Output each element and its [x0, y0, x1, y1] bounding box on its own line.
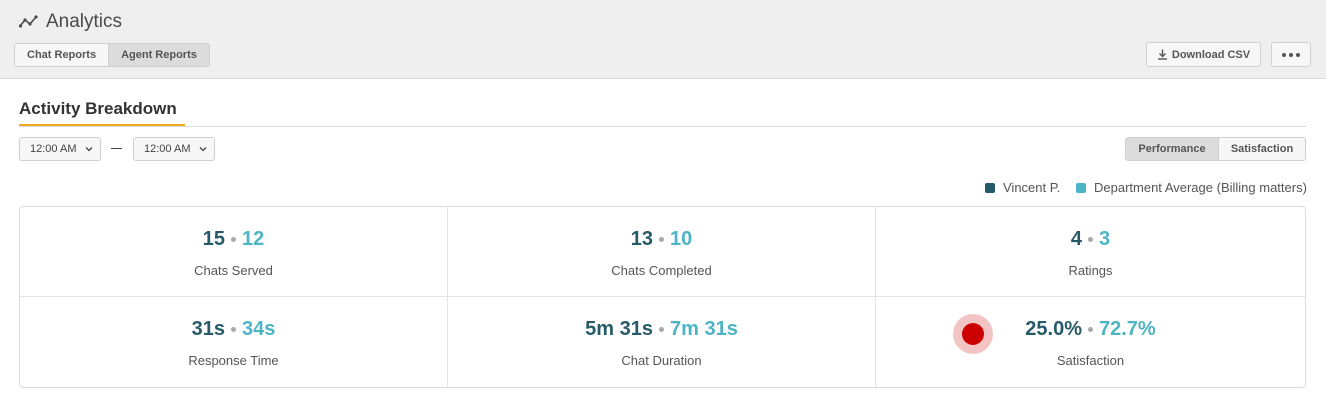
agent-value: 4: [1070, 228, 1082, 250]
metric-values: 4 3: [876, 228, 1305, 251]
legend-department-label: Department Average (Billing matters): [1094, 180, 1307, 195]
separator-dot: [231, 327, 236, 332]
chevron-down-icon: [199, 147, 207, 152]
separator-dot: [231, 237, 236, 242]
separator-dot: [1088, 327, 1093, 332]
agent-value: 5m 31s: [585, 318, 653, 340]
app-title-area: Analytics: [19, 10, 122, 34]
metric-chats-served: 15 12 Chats Served: [20, 207, 448, 297]
time-from-value: 12:00 AM: [30, 143, 77, 155]
separator-dot: [659, 327, 664, 332]
department-value: 34s: [242, 318, 276, 340]
chevron-down-icon: [85, 147, 93, 152]
legend-agent: Vincent P.: [985, 180, 1060, 195]
more-options-button[interactable]: [1271, 42, 1311, 67]
metric-chat-duration: 5m 31s 7m 31s Chat Duration: [448, 297, 876, 387]
satisfaction-toggle[interactable]: Satisfaction: [1219, 137, 1306, 161]
agent-value: 13: [630, 228, 653, 250]
metric-label: Response Time: [188, 353, 279, 368]
metric-label: Chats Completed: [611, 263, 712, 278]
red-alert-dot: [953, 314, 993, 354]
metric-values: 25.0% 72.7%: [876, 318, 1305, 341]
download-csv-label: Download CSV: [1171, 48, 1251, 61]
performance-toggle[interactable]: Performance: [1125, 137, 1219, 161]
metric-satisfaction: 25.0% 72.7% Satisfaction: [876, 297, 1305, 387]
analytics-line-icon: [19, 15, 38, 28]
metric-values: 15 12: [20, 228, 447, 251]
time-from-select[interactable]: 12:00 AM: [19, 137, 101, 161]
department-value: 72.7%: [1099, 318, 1156, 340]
separator-dot: [1088, 237, 1093, 242]
agent-value: 31s: [191, 318, 225, 340]
report-tabs: Chat Reports Agent Reports: [14, 43, 210, 67]
time-range-dash: [111, 148, 122, 149]
download-csv-button[interactable]: Download CSV: [1146, 42, 1261, 67]
top-bar: Analytics Chat Reports Agent Reports Dow…: [0, 0, 1326, 79]
tab-chat-reports[interactable]: Chat Reports: [14, 43, 110, 67]
tab-agent-reports[interactable]: Agent Reports: [109, 43, 210, 67]
time-to-select[interactable]: 12:00 AM: [133, 137, 215, 161]
agent-value: 25.0%: [1025, 318, 1082, 340]
legend-department-swatch: [1076, 182, 1086, 193]
metric-ratings: 4 3 Ratings: [876, 207, 1305, 297]
time-to-value: 12:00 AM: [144, 143, 191, 155]
department-value: 12: [242, 228, 265, 250]
section-divider: [19, 126, 1306, 127]
metric-values: 31s 34s: [20, 318, 447, 341]
download-icon: [1157, 49, 1167, 60]
metric-label: Chats Served: [194, 263, 273, 278]
legend-department: Department Average (Billing matters): [1076, 180, 1307, 195]
metric-chats-completed: 13 10 Chats Completed: [448, 207, 876, 297]
view-toggle: Performance Satisfaction: [1125, 137, 1306, 161]
section-title: Activity Breakdown: [19, 99, 177, 118]
metric-label: Chat Duration: [621, 353, 702, 368]
legend-agent-swatch: [985, 182, 995, 193]
legend-agent-label: Vincent P.: [1003, 180, 1061, 195]
metric-response-time: 31s 34s Response Time: [20, 297, 448, 387]
app-title: Analytics: [46, 11, 123, 32]
more-dots-icon: [1282, 52, 1300, 57]
metric-values: 13 10: [448, 228, 875, 251]
department-value: 3: [1099, 228, 1111, 250]
metric-label: Satisfaction: [1056, 353, 1125, 368]
department-value: 10: [670, 228, 693, 250]
metric-label: Ratings: [1068, 263, 1113, 278]
metric-values: 5m 31s 7m 31s: [448, 318, 875, 341]
metrics-grid: 15 12 Chats Served 13 10 Chats Completed…: [19, 206, 1306, 388]
department-value: 7m 31s: [670, 318, 738, 340]
separator-dot: [659, 237, 664, 242]
agent-value: 15: [202, 228, 225, 250]
